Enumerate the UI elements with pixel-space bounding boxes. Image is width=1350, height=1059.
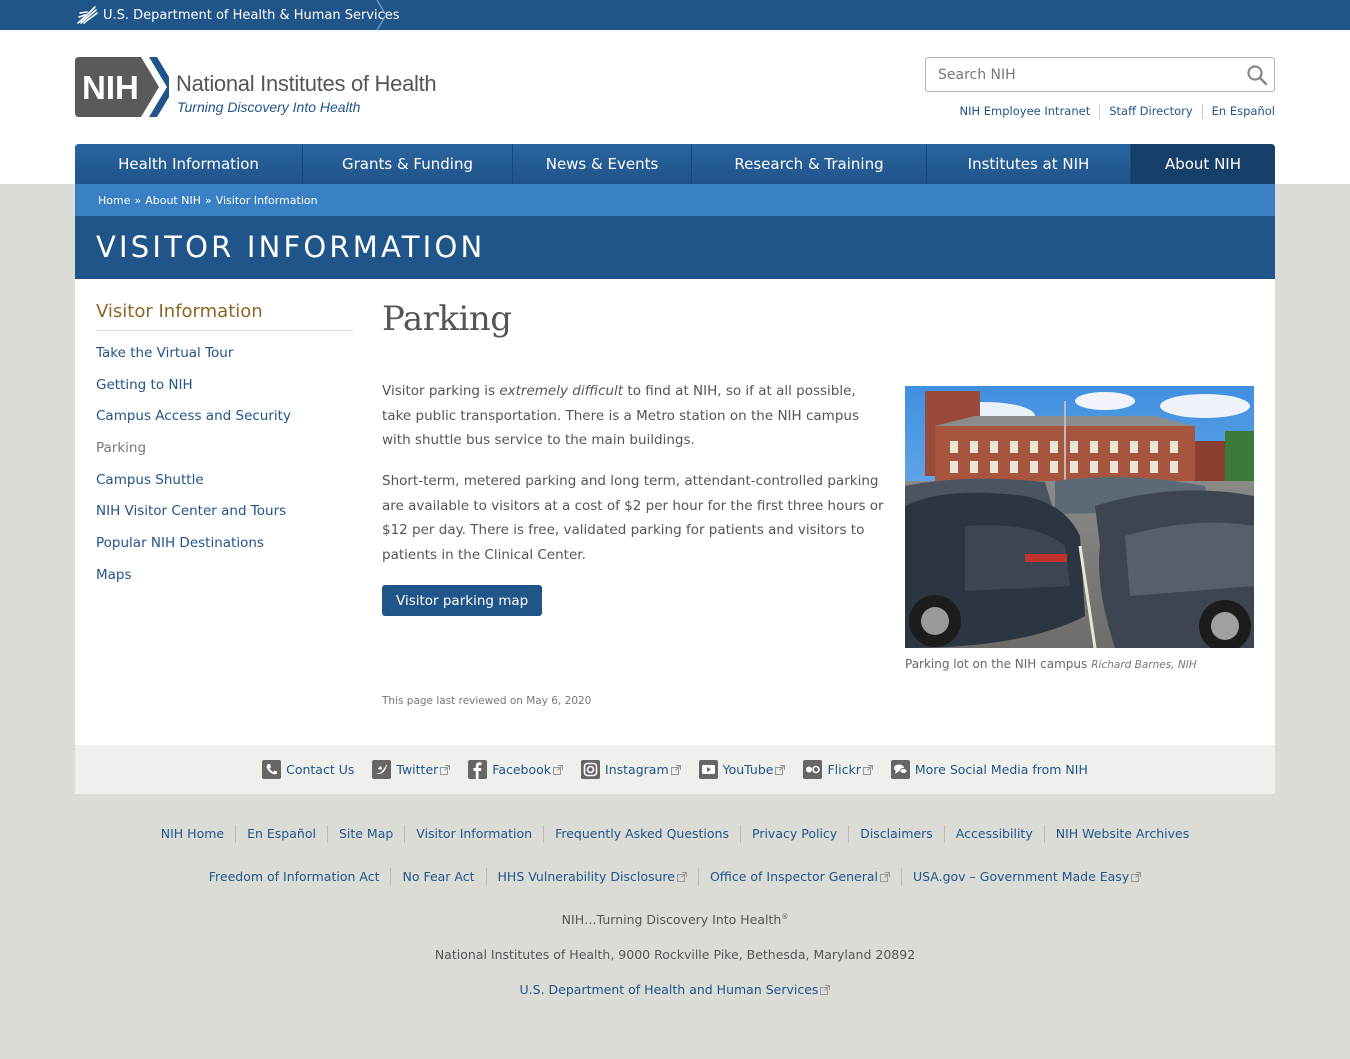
nav-about-nih[interactable]: About NIH [1131, 144, 1275, 184]
hhs-label: U.S. Department of Health & Human Servic… [103, 7, 400, 23]
footer-link[interactable]: NIH Home [150, 825, 235, 843]
footer-hhs: U.S. Department of Health and Human Serv… [0, 982, 1350, 997]
breadcrumb-separator: » [134, 193, 142, 207]
article-heading: Parking [382, 299, 512, 339]
logo-org-name: National Institutes of Health [176, 71, 437, 96]
sidebar-item-getting-to-nih[interactable]: Getting to NIH [96, 377, 193, 393]
footer-address: National Institutes of Health, 9000 Rock… [434, 947, 916, 962]
article-paragraph: Visitor parking is extremely difficult t… [382, 383, 859, 448]
sidebar-list: Take the Virtual Tour Getting to NIH Cam… [96, 343, 353, 597]
external-link-icon [1131, 872, 1142, 882]
staff-directory-link[interactable]: Staff Directory [1099, 104, 1201, 119]
youtube-link[interactable]: YouTube [698, 760, 786, 779]
footer-links-secondary: Freedom of Information Act No Fear Act H… [0, 868, 1350, 886]
footer-link[interactable]: HHS Vulnerability Disclosure [485, 868, 698, 886]
footer-tagline: NIH…Turning Discovery Into Health® [561, 912, 789, 927]
footer-link[interactable]: En Español [235, 825, 327, 843]
sidebar-item-popular-destinations[interactable]: Popular NIH Destinations [96, 535, 264, 551]
parking-lot-photo [905, 386, 1254, 648]
external-link-icon [775, 764, 786, 775]
footer-link[interactable]: USA.gov – Government Made Easy [900, 868, 1152, 886]
external-link-icon [879, 872, 890, 882]
footer-link[interactable]: Office of Inspector General [697, 868, 901, 886]
phone-icon [262, 760, 282, 779]
breadcrumb-home[interactable]: Home [98, 194, 130, 207]
nav-institutes-at-nih[interactable]: Institutes at NIH [927, 144, 1131, 184]
article: Parking Visitor parking is extremely dif… [382, 299, 884, 616]
breadcrumb-visitor-information[interactable]: Visitor Information [216, 194, 318, 207]
more-social-media-link[interactable]: More Social Media from NIH [890, 760, 1088, 779]
nav-research-training[interactable]: Research & Training [692, 144, 927, 184]
page-title-band: VISITOR INFORMATION [75, 216, 1275, 279]
footer-links: NIH Home En Español Site Map Visitor Inf… [0, 825, 1350, 843]
search-box [925, 57, 1275, 92]
breadcrumb: Home » About NIH » Visitor Information [75, 184, 1275, 216]
footer-link[interactable]: Frequently Asked Questions [543, 825, 740, 843]
breadcrumb-about-nih[interactable]: About NIH [145, 194, 201, 207]
external-link-icon [440, 764, 451, 775]
facebook-icon [468, 760, 488, 779]
hhs-bar: U.S. Department of Health & Human Servic… [0, 0, 1350, 30]
page-title: VISITOR INFORMATION [96, 230, 486, 264]
main-content: Visitor Information Take the Virtual Tou… [75, 279, 1275, 745]
hhs-eagle-icon [77, 6, 98, 24]
footer-link[interactable]: Accessibility [943, 825, 1044, 843]
youtube-icon [698, 760, 718, 779]
twitter-link[interactable]: Twitter [372, 760, 451, 779]
external-link-icon [670, 764, 681, 775]
utility-links: NIH Employee Intranet Staff Directory En… [950, 104, 1275, 119]
chat-bubbles-icon [890, 760, 910, 779]
nav-health-information[interactable]: Health Information [75, 144, 303, 184]
sidebar-item-maps[interactable]: Maps [96, 567, 132, 583]
sidebar-heading: Visitor Information [96, 301, 353, 331]
logo-tagline: Turning Discovery Into Health [177, 99, 361, 115]
figure-caption: Parking lot on the NIH campus Richard Bar… [905, 657, 1197, 671]
flickr-icon [803, 760, 823, 779]
visitor-parking-map-button[interactable]: Visitor parking map [382, 585, 543, 616]
search-icon[interactable] [1246, 64, 1268, 86]
footer-link[interactable]: Visitor Information [404, 825, 543, 843]
hhs-link[interactable]: U.S. Department of Health & Human Servic… [75, 0, 400, 30]
nav-news-events[interactable]: News & Events [513, 144, 692, 184]
instagram-icon [581, 760, 601, 779]
footer-link[interactable]: NIH Website Archives [1043, 825, 1201, 843]
facebook-link[interactable]: Facebook [468, 760, 564, 779]
sidebar-item-campus-shuttle[interactable]: Campus Shuttle [96, 472, 204, 488]
sidebar-item-parking: Parking [96, 440, 147, 457]
external-link-icon [820, 984, 831, 995]
contact-us-link[interactable]: Contact Us [262, 760, 354, 779]
main-nav: Health Information Grants & Funding News… [75, 144, 1275, 184]
footer-link[interactable]: Site Map [326, 825, 404, 843]
sidebar-item-virtual-tour[interactable]: Take the Virtual Tour [96, 345, 233, 361]
nih-logo-badge: NIH [75, 57, 169, 117]
sidebar-item-visitor-center[interactable]: NIH Visitor Center and Tours [96, 503, 286, 519]
social-bar: Contact Us Twitter Facebook Instagram Yo… [75, 745, 1275, 794]
flickr-link[interactable]: Flickr [803, 760, 873, 779]
footer-link[interactable]: Disclaimers [848, 825, 944, 843]
article-paragraph: Short-term, metered parking and long ter… [382, 473, 884, 563]
employee-intranet-link[interactable]: NIH Employee Intranet [950, 104, 1099, 119]
figure: Parking lot on the NIH campus Richard Bar… [905, 386, 1254, 671]
breadcrumb-separator: » [204, 193, 212, 207]
nav-grants-funding[interactable]: Grants & Funding [303, 144, 513, 184]
instagram-link[interactable]: Instagram [581, 760, 681, 779]
nih-logo[interactable]: NIH National Institutes of Health Turnin… [75, 57, 475, 117]
external-link-icon [676, 872, 687, 882]
last-reviewed: This page last reviewed on May 6, 2020 [382, 695, 592, 707]
footer-link[interactable]: Privacy Policy [740, 825, 848, 843]
en-espanol-link[interactable]: En Español [1201, 104, 1275, 119]
photo-credit: Richard Barnes, NIH [1091, 659, 1197, 671]
chevron-right-icon [376, 0, 387, 30]
footer-link[interactable]: No Fear Act [390, 868, 485, 886]
footer-link[interactable]: Freedom of Information Act [198, 868, 391, 886]
sidebar: Visitor Information Take the Virtual Tou… [96, 301, 353, 597]
sidebar-item-campus-access[interactable]: Campus Access and Security [96, 408, 291, 424]
external-link-icon [553, 764, 564, 775]
svg-text:NIH: NIH [82, 69, 139, 106]
external-link-icon [862, 764, 873, 775]
search-input[interactable] [926, 58, 1236, 91]
twitter-icon [372, 760, 392, 779]
hhs-footer-link[interactable]: U.S. Department of Health and Human Serv… [520, 982, 831, 997]
